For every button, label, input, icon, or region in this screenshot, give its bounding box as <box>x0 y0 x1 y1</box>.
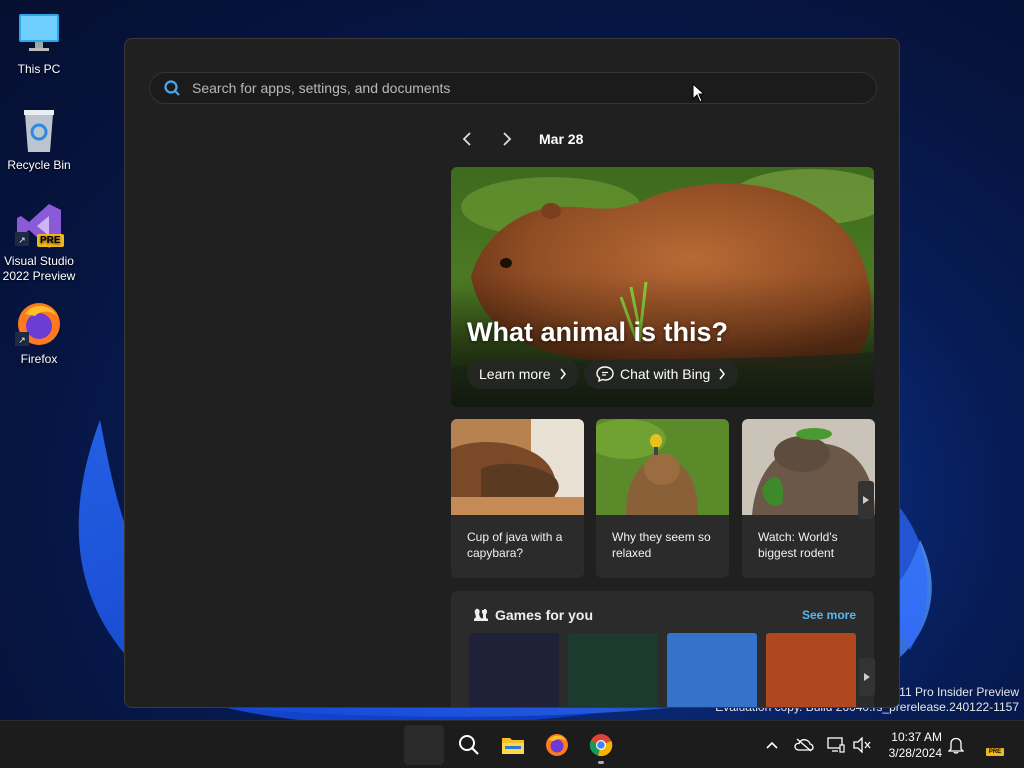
mouse-cursor-icon <box>692 83 706 103</box>
pre-badge: PRE <box>37 234 64 247</box>
recycle-bin-icon <box>15 106 63 154</box>
date-navigation: Mar 28 <box>455 127 583 151</box>
firefox-taskbar-button[interactable] <box>537 725 577 765</box>
visual-studio-icon: ↗ PRE <box>15 202 64 250</box>
news-card-caption: Cup of java with a capybara? <box>467 530 563 560</box>
capybara-bird-thumbnail <box>596 419 729 515</box>
games-title: Games for you <box>495 607 594 623</box>
clock-time: 10:37 AM <box>891 730 942 744</box>
news-card[interactable]: Watch: World's biggest rodent <box>742 419 875 578</box>
chevron-left-icon <box>462 132 471 146</box>
games-for-you-section: Games for you See more <box>451 591 875 707</box>
prev-day-button[interactable] <box>455 127 479 151</box>
onedrive-status-button[interactable] <box>794 735 814 755</box>
start-panel: Mar 28 What ani <box>124 38 900 708</box>
file-explorer-icon <box>502 738 524 754</box>
chevron-right-icon <box>503 132 512 146</box>
taskbar-search-button[interactable] <box>449 725 489 765</box>
start-button[interactable] <box>404 725 444 765</box>
svg-text:↗: ↗ <box>18 335 26 345</box>
desktop-icon-recycle-bin[interactable]: Recycle Bin <box>0 106 78 173</box>
news-card[interactable]: Cup of java with a capybara? <box>451 419 584 578</box>
chat-with-bing-label: Chat with Bing <box>620 366 711 382</box>
volume-mute-icon <box>853 737 871 753</box>
desktop-icon-label: Firefox <box>20 352 58 366</box>
chevron-right-icon <box>719 368 726 380</box>
learn-more-label: Learn more <box>479 366 551 382</box>
cloud-off-icon <box>794 738 814 752</box>
capybara-sleeping-thumbnail <box>451 419 584 515</box>
clock-button[interactable]: 10:37 AM 3/28/2024 <box>878 729 942 761</box>
volume-button[interactable] <box>852 735 872 755</box>
hero-title: What animal is this? <box>467 317 729 347</box>
game-tile[interactable] <box>469 633 559 707</box>
chevron-right-icon <box>560 368 566 380</box>
desktop-icon-this-pc[interactable]: This PC <box>0 10 78 77</box>
game-tile[interactable] <box>766 633 856 707</box>
capybara-leaves-thumbnail <box>742 419 875 515</box>
chevron-up-icon <box>766 741 778 749</box>
firefox-icon: ↗ <box>15 300 63 348</box>
desktop-icon-label: Recycle Bin <box>7 158 71 172</box>
firefox-icon <box>546 734 568 756</box>
desktop-icon-label: Visual Studio 2022 Preview <box>2 254 76 283</box>
chrome-icon <box>589 734 613 757</box>
search-icon <box>459 735 479 755</box>
game-tile[interactable] <box>568 633 658 707</box>
next-day-button[interactable] <box>495 127 519 151</box>
news-next-button[interactable] <box>858 481 874 519</box>
caret-right-icon <box>864 673 870 681</box>
news-card[interactable]: Why they seem so relaxed <box>596 419 729 578</box>
chess-pieces-icon <box>474 608 488 621</box>
search-input[interactable] <box>192 80 842 96</box>
hero-card[interactable]: What animal is this? Learn more Chat wit… <box>451 167 874 407</box>
learn-more-button[interactable]: Learn more <box>467 359 579 389</box>
search-icon <box>164 80 180 96</box>
desktop-icon-label: This PC <box>17 62 61 76</box>
news-card-caption: Why they seem so relaxed <box>612 530 711 560</box>
insider-pre-badge: PRE <box>986 748 1004 756</box>
running-indicator <box>598 761 604 764</box>
desktop-icon-visual-studio[interactable]: ↗ PRE Visual Studio 2022 Preview <box>0 202 78 284</box>
search-box[interactable] <box>149 72 877 104</box>
chat-bubble-icon <box>596 366 614 382</box>
network-button[interactable] <box>826 735 846 755</box>
see-more-link[interactable]: See more <box>802 608 856 622</box>
taskbar: 10:37 AM 3/28/2024 PRE <box>0 720 1024 768</box>
notifications-button[interactable] <box>946 735 966 755</box>
network-icon <box>827 737 845 753</box>
chat-with-bing-button[interactable]: Chat with Bing <box>584 359 739 389</box>
desktop-icon-firefox[interactable]: ↗ Firefox <box>0 300 78 367</box>
game-tile[interactable] <box>667 633 757 707</box>
start-icon <box>414 735 434 755</box>
news-card-caption: Watch: World's biggest rodent <box>758 530 838 560</box>
date-label: Mar 28 <box>539 131 584 147</box>
monitor-icon <box>15 10 63 58</box>
caret-right-icon <box>863 496 869 504</box>
clock-date: 3/28/2024 <box>888 746 942 760</box>
file-explorer-button[interactable] <box>493 725 533 765</box>
games-next-button[interactable] <box>859 658 875 696</box>
show-hidden-icons-button[interactable] <box>762 735 782 755</box>
chrome-taskbar-button[interactable] <box>581 725 621 765</box>
bell-icon <box>948 737 964 754</box>
svg-text:↗: ↗ <box>18 235 26 245</box>
